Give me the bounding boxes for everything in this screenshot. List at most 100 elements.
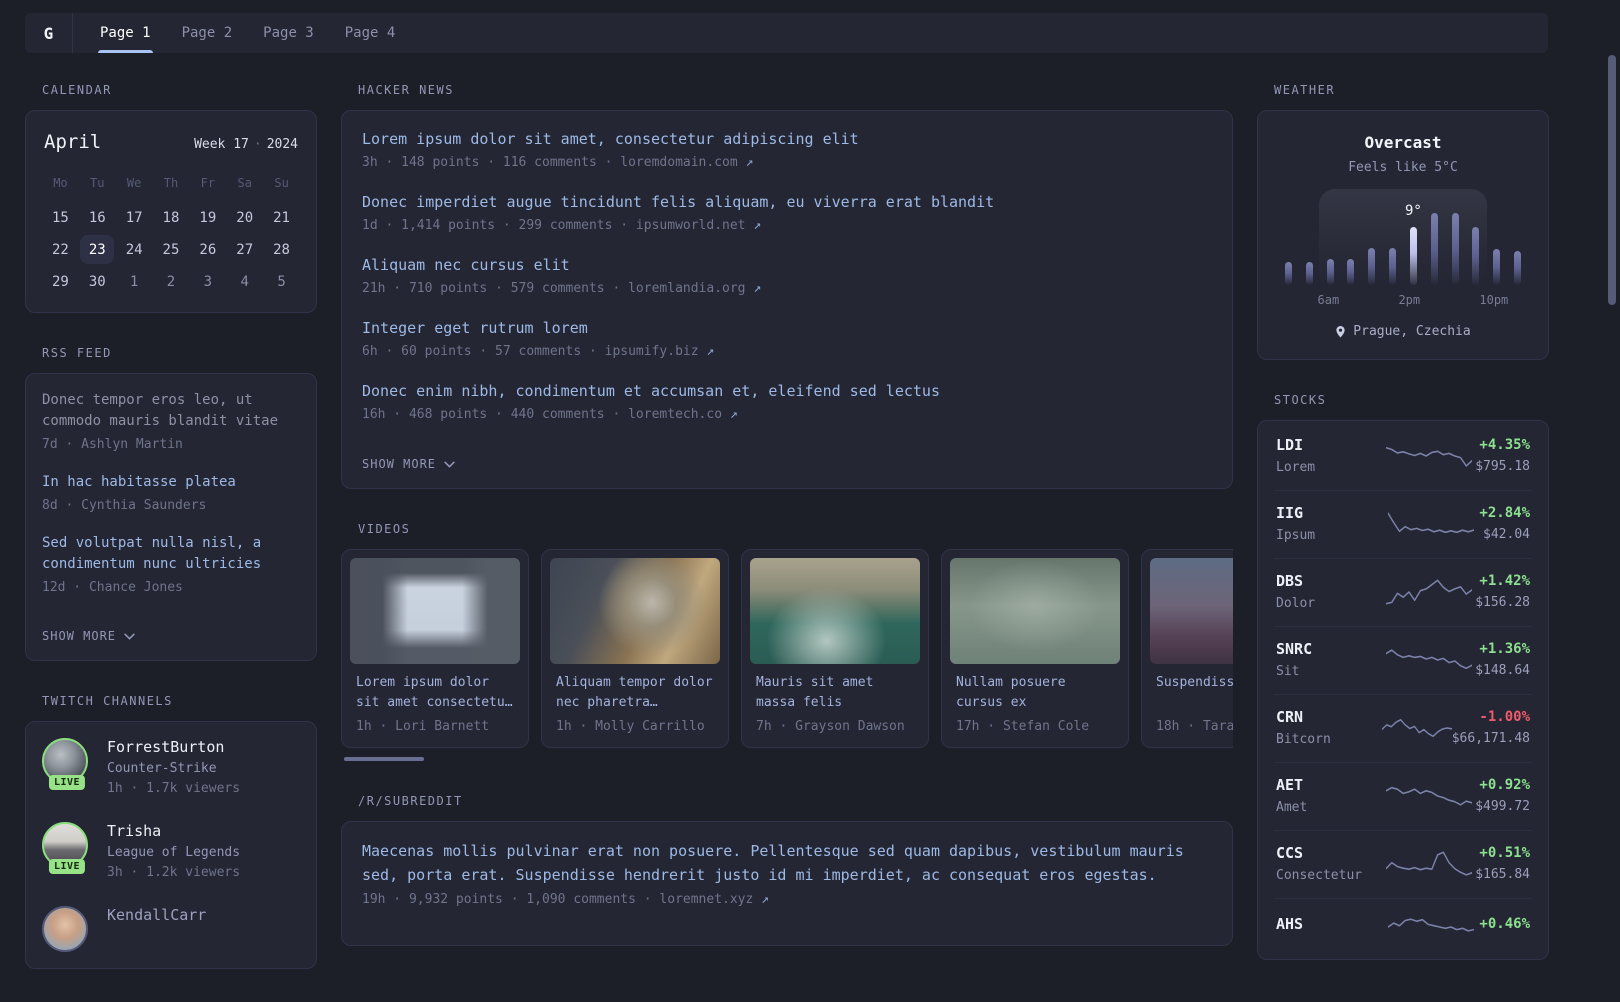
story-title[interactable]: Donec enim nibh, condimentum et accumsan…	[362, 380, 1212, 402]
video-meta: 7h · Grayson Dawson	[756, 719, 905, 734]
stock-row[interactable]: CRN Bitcorn -1.00% $66,171.48	[1274, 694, 1532, 762]
stock-row[interactable]: AHS +0.46%	[1274, 898, 1532, 957]
rss-item-title[interactable]: Sed volutpat nulla nisl, a condimentum n…	[42, 533, 300, 575]
app-logo[interactable]: G	[25, 13, 73, 53]
stock-name: Dolor	[1276, 596, 1316, 611]
channel-name[interactable]: Trisha	[107, 822, 240, 840]
channel-name[interactable]: ForrestBurton	[107, 738, 240, 756]
calendar-day[interactable]: 15	[43, 203, 77, 232]
calendar-day[interactable]: 29	[43, 267, 77, 296]
tab-page-4[interactable]: Page 4	[345, 13, 396, 53]
calendar-day[interactable]: 16	[80, 203, 114, 232]
video-title[interactable]: Nullam posuere cursus ex	[956, 673, 1114, 713]
section-title-twitch: TWITCH CHANNELS	[42, 694, 173, 708]
weather-hour-label	[1460, 293, 1480, 307]
calendar-day[interactable]: 2	[154, 267, 188, 296]
calendar-day[interactable]: 30	[80, 267, 114, 296]
story-title[interactable]: Lorem ipsum dolor sit amet, consectetur …	[362, 128, 1212, 150]
stock-sparkline	[1382, 849, 1475, 879]
video-card[interactable]: Suspendisse diam 18h · Tara	[1141, 549, 1233, 748]
calendar-day[interactable]: 19	[191, 203, 225, 232]
story-meta: 16h · 468 points · 440 comments · loremt…	[362, 406, 1212, 424]
channel-info: KendallCarr	[107, 906, 206, 952]
stock-price: $156.28	[1475, 595, 1530, 610]
video-card[interactable]: Aliquam tempor dolor nec pharetra… 1h · …	[541, 549, 729, 748]
stock-symbol: IIG	[1276, 504, 1304, 522]
weather-bar	[1326, 259, 1334, 285]
stock-change: +1.36%	[1479, 641, 1530, 657]
calendar-day[interactable]: 25	[154, 235, 188, 264]
story-title[interactable]: Aliquam nec cursus elit	[362, 254, 1212, 276]
hackernews-list: Lorem ipsum dolor sit amet, consectetur …	[362, 128, 1212, 424]
video-title[interactable]: Aliquam tempor dolor nec pharetra…	[556, 673, 714, 713]
weekday-label: Fr	[200, 176, 216, 190]
tab-page-1[interactable]: Page 1	[98, 13, 153, 53]
dot-separator: ·	[253, 137, 262, 152]
stock-row[interactable]: LDI Lorem +4.35% $795.18	[1274, 423, 1532, 490]
tab-page-3[interactable]: Page 3	[263, 13, 314, 53]
stock-sparkline	[1382, 912, 1479, 942]
stocks-widget: STOCKS LDI Lorem +4.35% $795.18 IIG Ipsu…	[1257, 393, 1549, 960]
avatar-wrap	[42, 906, 92, 952]
carousel-scrollbar-thumb[interactable]	[344, 757, 424, 761]
weather-hour-label	[1298, 293, 1318, 307]
story-title[interactable]: Donec imperdiet augue tincidunt felis al…	[362, 191, 1212, 213]
calendar-day[interactable]: 24	[117, 235, 151, 264]
twitch-channel[interactable]: LIVE ForrestBurton Counter-Strike 1h · 1…	[42, 738, 300, 796]
calendar-week-year: Week 17 · 2024	[194, 137, 298, 152]
stock-id: CCS Consectetur	[1276, 844, 1382, 883]
stock-change: -1.00%	[1479, 709, 1530, 725]
channel-meta: 1h · 1.7k viewers	[107, 781, 241, 796]
calendar-day[interactable]: 20	[228, 203, 262, 232]
page-scrollbar-thumb[interactable]	[1608, 55, 1616, 305]
rss-item-meta: 8d · Cynthia Saunders	[42, 498, 207, 513]
stock-row[interactable]: DBS Dolor +1.42% $156.28	[1274, 558, 1532, 626]
page-tabs: Page 1 Page 2 Page 3 Page 4	[98, 13, 396, 53]
calendar-day[interactable]: 3	[191, 267, 225, 296]
video-title[interactable]: Suspendisse diam	[1156, 673, 1233, 713]
weather-card: Overcast Feels like 5°C 9° 6am 2pm 10pm Pr…	[1257, 110, 1549, 360]
video-card[interactable]: Lorem ipsum dolor sit amet consectetu… 1…	[341, 549, 529, 748]
stock-row[interactable]: IIG Ipsum +2.84% $42.04	[1274, 490, 1532, 558]
calendar-day[interactable]: 27	[228, 235, 262, 264]
stock-row[interactable]: CCS Consectetur +0.51% $165.84	[1274, 830, 1532, 898]
avatar	[42, 906, 88, 952]
map-pin-icon	[1336, 325, 1345, 337]
tab-page-2[interactable]: Page 2	[182, 13, 233, 53]
video-title[interactable]: Mauris sit amet massa felis	[756, 673, 914, 713]
weekday-label: Su	[274, 176, 289, 190]
calendar-day[interactable]: 21	[265, 203, 299, 232]
section-title-subreddit: /R/SUBREDDIT	[358, 794, 463, 808]
weather-hour-label	[1420, 293, 1440, 307]
twitch-channel[interactable]: LIVE Trisha League of Legends 3h · 1.2k …	[42, 822, 300, 880]
channel-category: League of Legends	[107, 845, 241, 860]
stock-sparkline	[1382, 509, 1479, 539]
rss-item-meta: 12d · Chance Jones	[42, 580, 183, 595]
channel-name[interactable]: KendallCarr	[107, 906, 206, 924]
video-card[interactable]: Nullam posuere cursus ex 17h · Stefan Co…	[941, 549, 1129, 748]
calendar-day[interactable]: 23	[80, 235, 115, 264]
story-title[interactable]: Integer eget rutrum lorem	[362, 317, 1212, 339]
calendar-day[interactable]: 17	[117, 203, 151, 232]
stock-symbol: LDI	[1276, 436, 1304, 454]
calendar-day[interactable]: 1	[117, 267, 151, 296]
calendar-day[interactable]: 4	[228, 267, 262, 296]
twitch-channel[interactable]: KendallCarr	[42, 906, 300, 952]
rss-show-more-button[interactable]: SHOW MORE	[42, 629, 135, 643]
stock-row[interactable]: AET Amet +0.92% $499.72	[1274, 762, 1532, 830]
rss-item-title[interactable]: In hac habitasse platea	[42, 472, 300, 493]
calendar-day[interactable]: 22	[43, 235, 77, 264]
video-title[interactable]: Lorem ipsum dolor sit amet consectetu…	[356, 673, 514, 713]
video-meta: 17h · Stefan Cole	[956, 719, 1090, 734]
story-meta-text: 21h · 710 points · 579 comments · loreml…	[362, 281, 754, 296]
rss-item-title[interactable]: Donec tempor eros leo, ut commodo mauris…	[42, 390, 300, 432]
calendar-day[interactable]: 5	[265, 267, 299, 296]
post-title[interactable]: Maecenas mollis pulvinar erat non posuer…	[362, 839, 1212, 887]
stock-row[interactable]: SNRC Sit +1.36% $148.64	[1274, 626, 1532, 694]
hackernews-show-more-button[interactable]: SHOW MORE	[362, 457, 455, 471]
calendar-day[interactable]: 18	[154, 203, 188, 232]
stock-change: +0.51%	[1479, 845, 1530, 861]
calendar-day[interactable]: 26	[191, 235, 225, 264]
calendar-day[interactable]: 28	[265, 235, 299, 264]
video-card[interactable]: Mauris sit amet massa felis 7h · Grayson…	[741, 549, 929, 748]
